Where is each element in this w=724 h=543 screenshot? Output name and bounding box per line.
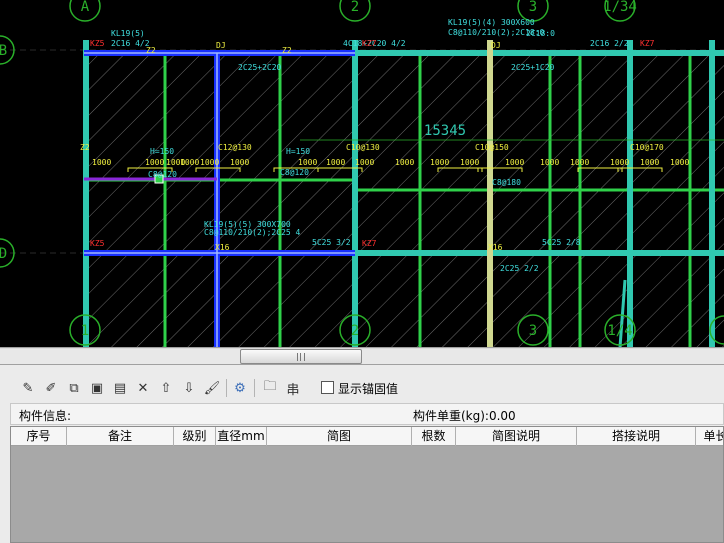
cad-beam-label: 1000 — [92, 158, 111, 167]
cad-beam-label: Z2 — [146, 46, 156, 55]
axis-bottom-3: 3 — [529, 323, 537, 339]
scroll-track[interactable] — [0, 349, 724, 364]
separator — [254, 379, 255, 397]
cad-beam-label: KZ5 — [90, 39, 105, 48]
rebar-info-panel: ✎ ✐ ⧉ ▣ ▤ ✕ ⇧ ⇩ 🖌 ⚙ 🗀 串 显示锚固值 构件信息: 构件单重… — [0, 365, 724, 543]
show-anchor-label[interactable]: 显示锚固值 — [338, 380, 398, 397]
horizontal-scrollbar[interactable] — [0, 347, 724, 365]
cad-beam-label: C12@130 — [218, 143, 252, 152]
cad-beam-label: 1000 — [145, 158, 164, 167]
cad-beam-label: 1000 — [430, 158, 449, 167]
move-down-icon[interactable]: ⇩ — [179, 378, 199, 398]
copy-icon[interactable]: ⧉ — [64, 378, 84, 398]
toolbar: ✎ ✐ ⧉ ▣ ▤ ✕ ⇧ ⇩ 🖌 ⚙ 🗀 串 显示锚固值 — [0, 375, 724, 401]
cad-beam-label: 2C16 2/2 — [590, 39, 629, 48]
folder-icon[interactable]: 🗀 — [260, 378, 280, 398]
table-header: 序号 备注 级别 直径mm 简图 根数 简图说明 搭接说明 单长 — [11, 427, 723, 446]
cad-beam-label: 1000 — [540, 158, 559, 167]
column-header-sketch-desc[interactable]: 简图说明 — [456, 427, 577, 446]
cad-beam-label: DJ — [216, 41, 226, 50]
axis-bottom-2: 2 — [351, 323, 359, 339]
cad-beam-label: C8@110/210(2);2C25 4 — [204, 228, 301, 237]
cad-beam-label: C8@120 — [148, 170, 177, 179]
cad-beam-label: C8@180 — [492, 178, 521, 187]
column-header-remark[interactable]: 备注 — [67, 427, 174, 446]
axis-top-a: A — [81, 0, 90, 15]
column-header-diameter[interactable]: 直径mm — [216, 427, 267, 446]
component-info-label: 构件信息: — [19, 409, 72, 423]
axis-bottom-14: 1/4 — [607, 323, 632, 339]
cad-beam-label: 2C16 4/2 — [111, 39, 150, 48]
cad-beam-label: KZ7 — [362, 239, 377, 248]
scroll-thumb[interactable] — [240, 349, 362, 364]
table-icon[interactable]: 串 — [283, 378, 303, 398]
cad-beam-label: 2C25 2/2 — [500, 264, 539, 273]
cad-beam-label: KL19(5)(4) 300X600 — [448, 18, 535, 27]
brush-icon[interactable]: 🖌 — [202, 378, 222, 398]
cad-beam-label: 1000 — [326, 158, 345, 167]
cad-beam-label: KL19(5) — [111, 29, 145, 38]
cad-beam-label: H=150 — [286, 147, 310, 156]
separator — [226, 379, 227, 397]
component-info-bar: 构件信息: 构件单重(kg):0.00 — [10, 403, 724, 425]
axis-top-134: 1/34 — [603, 0, 637, 15]
axis-bottom-1: 1 — [81, 323, 89, 339]
cad-beam-label: 5C25 3/2 — [312, 238, 351, 247]
cad-beam-label: 1000 — [395, 158, 414, 167]
cad-beam-label: C8@120 — [280, 168, 309, 177]
cad-beam-label: KZ5 — [90, 239, 105, 248]
axis-top-3: 3 — [529, 0, 537, 15]
column-header-lap-desc[interactable]: 搭接说明 — [577, 427, 696, 446]
cad-beam-label: 5C25 2/8 — [542, 238, 581, 247]
cad-beam-label: 2C25+1C20 — [511, 63, 555, 72]
cad-beam-label: 1000 — [355, 158, 374, 167]
column-header-unit-length[interactable]: 单长 — [696, 427, 723, 446]
cad-beam-label: 2C18:0 — [526, 29, 555, 38]
cad-beam-label: X16 — [488, 243, 503, 252]
cad-beam-label: 1000 — [180, 158, 199, 167]
column-header-sketch[interactable]: 简图 — [267, 427, 412, 446]
paste-alt-icon[interactable]: ▤ — [110, 378, 130, 398]
cad-beam-label: 1000 — [610, 158, 629, 167]
paste-icon[interactable]: ▣ — [87, 378, 107, 398]
pen-alt-icon[interactable]: ✐ — [41, 378, 61, 398]
cad-beam-label: 2C25+2C20 — [238, 63, 282, 72]
column-header-grade[interactable]: 级别 — [174, 427, 216, 446]
axis-left-d: D — [0, 246, 7, 262]
cad-beam-label: KZ7 — [640, 39, 655, 48]
cad-beam-label: 1000 — [460, 158, 479, 167]
cad-beam-label: 1000 — [298, 158, 317, 167]
cad-beam-label: Z2 — [80, 143, 90, 152]
component-weight-label: 构件单重(kg):0.00 — [413, 409, 516, 423]
pen-icon[interactable]: ✎ — [18, 378, 38, 398]
cad-beam-label: KZ7 — [362, 39, 377, 48]
axis-left-b: B — [0, 43, 7, 59]
delete-icon[interactable]: ✕ — [133, 378, 153, 398]
column-header-count[interactable]: 根数 — [412, 427, 456, 446]
dimension-label: 15345 — [424, 123, 466, 139]
axis-top-2: 2 — [351, 0, 359, 15]
scroll-grip-icon — [297, 353, 305, 361]
cad-drawing[interactable]: A 2 3 1/34 1 2 3 1/4 B D 15345 KL19(5)2C… — [0, 0, 724, 347]
cad-beam-label: H=150 — [150, 147, 174, 156]
show-anchor-checkbox[interactable] — [321, 381, 334, 394]
cad-beam-label: DJ — [491, 41, 501, 50]
cad-beam-label: Z2 — [282, 46, 292, 55]
cad-beam-label: C10@150 — [475, 143, 509, 152]
settings-icon[interactable]: ⚙ — [230, 378, 250, 398]
rebar-table[interactable]: 序号 备注 级别 直径mm 简图 根数 简图说明 搭接说明 单长 — [10, 426, 724, 543]
cad-beam-label: 1000 — [670, 158, 689, 167]
cad-drawing-canvas[interactable]: A 2 3 1/34 1 2 3 1/4 B D 15345 KL19(5) 2C… — [0, 0, 724, 347]
cad-beam-label: C10@130 — [346, 143, 380, 152]
move-up-icon[interactable]: ⇧ — [156, 378, 176, 398]
cad-beam-label: C10@170 — [630, 143, 664, 152]
column-header-index[interactable]: 序号 — [11, 427, 67, 446]
cad-beam-label: 1000 — [230, 158, 249, 167]
cad-beam-label: 1000 — [200, 158, 219, 167]
cad-beam-label: 1000 — [640, 158, 659, 167]
cad-beam-label: X16 — [215, 243, 230, 252]
cad-beam-label: 1000 — [570, 158, 589, 167]
cad-beam-label: 1000 — [505, 158, 524, 167]
